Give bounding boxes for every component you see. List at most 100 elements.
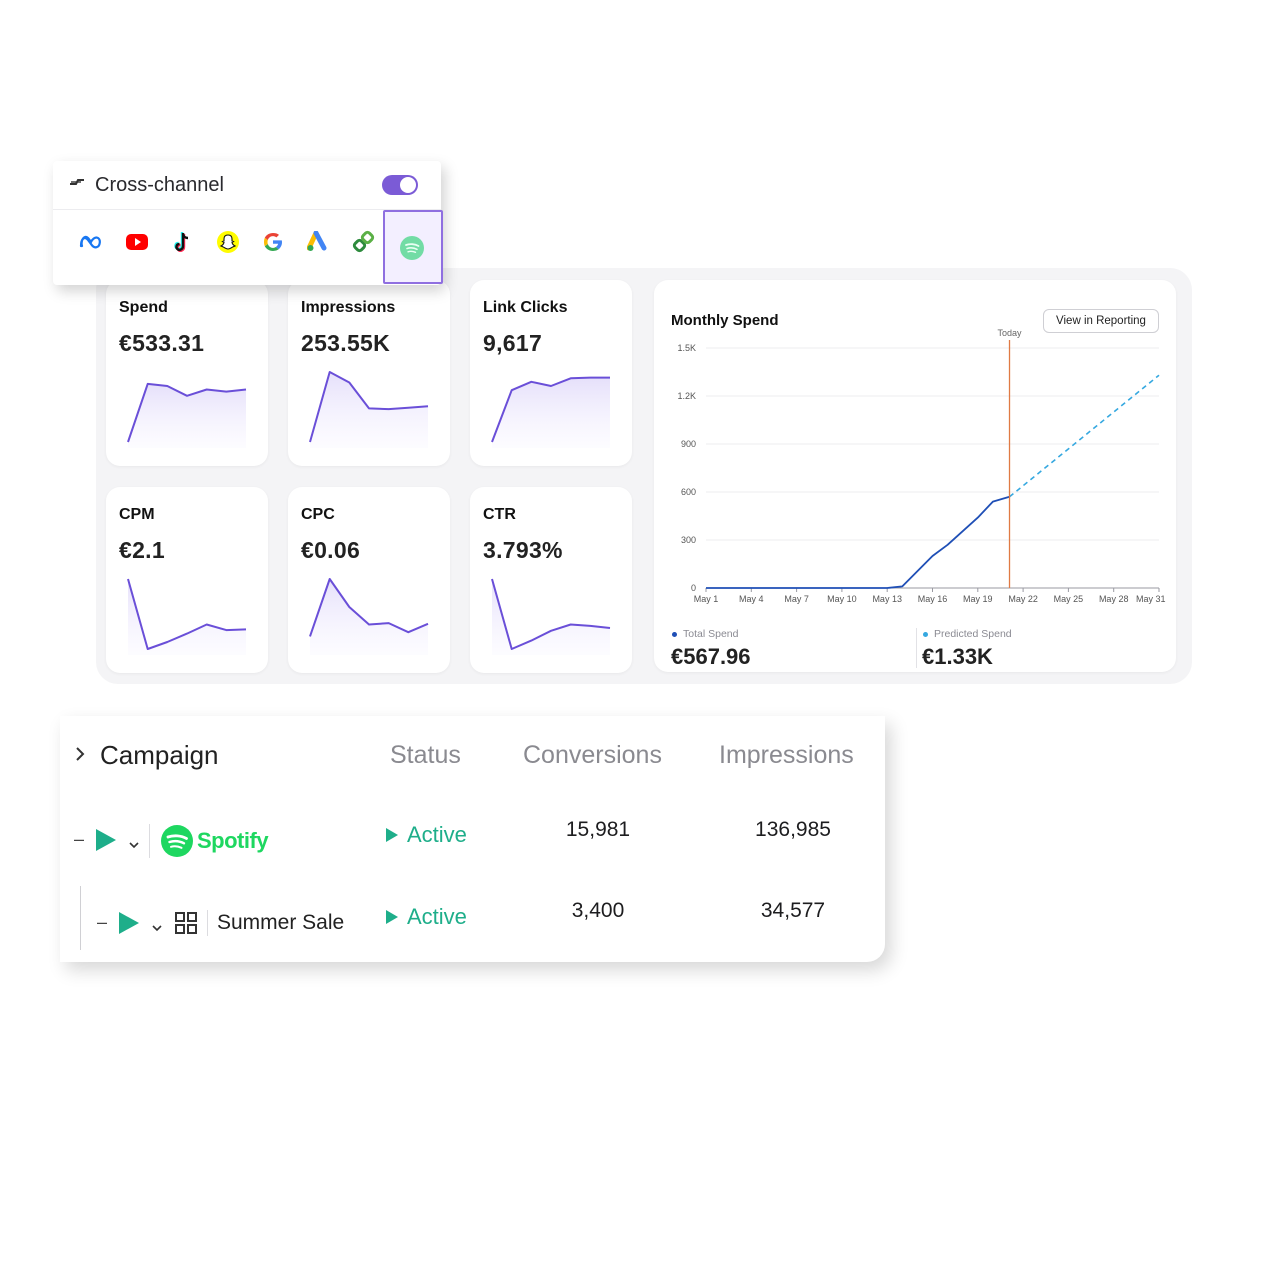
status-text: Active (407, 904, 467, 929)
grid-icon (175, 912, 197, 939)
campaign-name[interactable]: Summer Sale (217, 911, 344, 935)
total-spend-dot (672, 631, 677, 637)
cross-channel-toggle[interactable] (382, 175, 418, 195)
x-tick-label: May 7 (784, 594, 809, 604)
status-text: Active (407, 822, 467, 847)
impressions-value: 34,577 (760, 899, 826, 922)
legend-divider (916, 628, 917, 668)
tree-line (80, 886, 81, 950)
legend-total-label: Total Spend (683, 628, 739, 640)
google-icon[interactable] (258, 227, 288, 257)
kpi-label: CPM (119, 506, 155, 523)
chevron-down-icon[interactable] (129, 836, 139, 854)
cross-channel-header: Cross-channel (53, 161, 441, 210)
monthly-spend-card: 0 300 600 900 1.2K 1.5K May 1 May 4 May 7 May 10 M… (654, 280, 1176, 672)
kpi-label: Link Clicks (483, 299, 568, 316)
x-tick-label: May 4 (739, 594, 764, 604)
google-ads-icon[interactable] (304, 227, 334, 257)
x-tick-label: May 19 (963, 594, 993, 604)
collapse-dash-icon[interactable]: – (97, 912, 107, 933)
y-tick-label: 1.5K (677, 343, 696, 353)
legend-total-spend: Total Spend (672, 628, 738, 640)
collapse-dash-icon[interactable]: – (74, 829, 84, 850)
spotify-logo-icon (160, 824, 194, 863)
legend-predicted-label: Predicted Spend (934, 628, 1012, 640)
kpi-value: 253.55K (301, 330, 391, 356)
x-tick-label: May 10 (827, 594, 857, 604)
cross-channel-title: Cross-channel (95, 174, 224, 196)
column-header-conversions[interactable]: Conversions (523, 741, 662, 770)
kpi-value: €2.1 (119, 537, 165, 563)
impressions-value: 136,985 (755, 818, 831, 841)
column-header-campaign[interactable]: Campaign (100, 740, 219, 771)
series-line-predicted-spend (1009, 374, 1160, 498)
conversions-value: 3,400 (571, 899, 625, 922)
chart-title: Monthly Spend (671, 312, 779, 329)
kpi-value: 3.793% (483, 537, 563, 563)
x-tick-label: May 13 (872, 594, 902, 604)
toggle-knob (400, 177, 416, 193)
x-tick-label: May 31 (1136, 594, 1166, 604)
column-header-status[interactable]: Status (390, 741, 461, 770)
spotify-channel-selected[interactable] (383, 210, 443, 284)
x-tick-label: May 22 (1008, 594, 1038, 604)
campaign-name[interactable]: Spotify (197, 828, 269, 854)
kpi-value: €0.06 (301, 537, 361, 563)
youtube-icon[interactable] (122, 227, 152, 257)
kpi-value: €533.31 (119, 330, 205, 356)
sparkline-area (128, 383, 246, 448)
kpi-card-cpm[interactable]: CPM €2.1 (106, 487, 268, 673)
monthly-spend-chart: 0 300 600 900 1.2K 1.5K May 1 May 4 May 7 May 10 M… (677, 328, 1166, 604)
sparkline-area (492, 377, 610, 448)
row-divider (207, 910, 208, 936)
y-tick-label: 1.2K (677, 391, 696, 401)
kpi-value: 9,617 (483, 330, 543, 356)
campaign-table: Campaign Status Conversions Impressions … (60, 716, 885, 962)
kpi-card-ctr[interactable]: CTR 3.793% (470, 487, 632, 673)
spotify-icon (399, 235, 425, 266)
dashboard-panel: Spend €533.31 Impressions 253.55K Link C… (96, 268, 1192, 684)
status-badge: Active (385, 904, 467, 930)
y-tick-label: 600 (681, 487, 696, 497)
kpi-card-cpc[interactable]: CPC €0.06 (288, 487, 450, 673)
total-spend-value: €567.96 (671, 644, 751, 669)
x-tick-label: May 16 (918, 594, 948, 604)
y-tick-label: 900 (681, 439, 696, 449)
series-line-total-spend (706, 495, 1010, 589)
chevron-down-icon[interactable] (152, 919, 162, 937)
y-tick-label: 300 (681, 535, 696, 545)
meta-icon[interactable] (76, 227, 106, 257)
sparkline-area (310, 372, 428, 448)
x-tick-label: May 25 (1054, 594, 1084, 604)
cross-channel-popover: Cross-channel (53, 161, 443, 285)
legend-predicted-spend: Predicted Spend (923, 628, 1012, 640)
view-in-reporting-button[interactable]: View in Reporting (1043, 309, 1159, 333)
kpi-label: CTR (483, 506, 516, 523)
predicted-spend-dot (923, 631, 928, 637)
status-play-icon (386, 910, 398, 924)
predicted-spend-value: €1.33K (922, 644, 993, 669)
row-divider (149, 824, 150, 858)
conversions-value: 15,981 (565, 818, 631, 841)
snapchat-icon[interactable] (213, 227, 243, 257)
x-tick-label: May 28 (1099, 594, 1129, 604)
sparkline-area (310, 579, 428, 655)
status-badge: Active (385, 822, 467, 848)
kpi-label: Impressions (301, 299, 396, 316)
kpi-card-spend[interactable]: Spend €533.31 (106, 280, 268, 466)
kpi-label: Spend (119, 299, 168, 316)
kpi-card-impressions[interactable]: Impressions 253.55K (288, 280, 450, 466)
linked-icon[interactable] (349, 227, 379, 257)
kpi-card-link-clicks[interactable]: Link Clicks 9,617 (470, 280, 632, 466)
tiktok-icon[interactable] (167, 227, 197, 257)
status-play-icon (386, 828, 398, 842)
play-icon[interactable] (119, 912, 139, 934)
chevron-right-icon[interactable] (75, 746, 85, 767)
channels-icon (69, 175, 85, 191)
y-tick-label: 0 (691, 583, 696, 593)
column-header-impressions[interactable]: Impressions (719, 741, 854, 770)
kpi-label: CPC (301, 506, 335, 523)
today-label: Today (997, 328, 1022, 338)
play-icon[interactable] (96, 829, 116, 851)
x-tick-label: May 1 (694, 594, 719, 604)
